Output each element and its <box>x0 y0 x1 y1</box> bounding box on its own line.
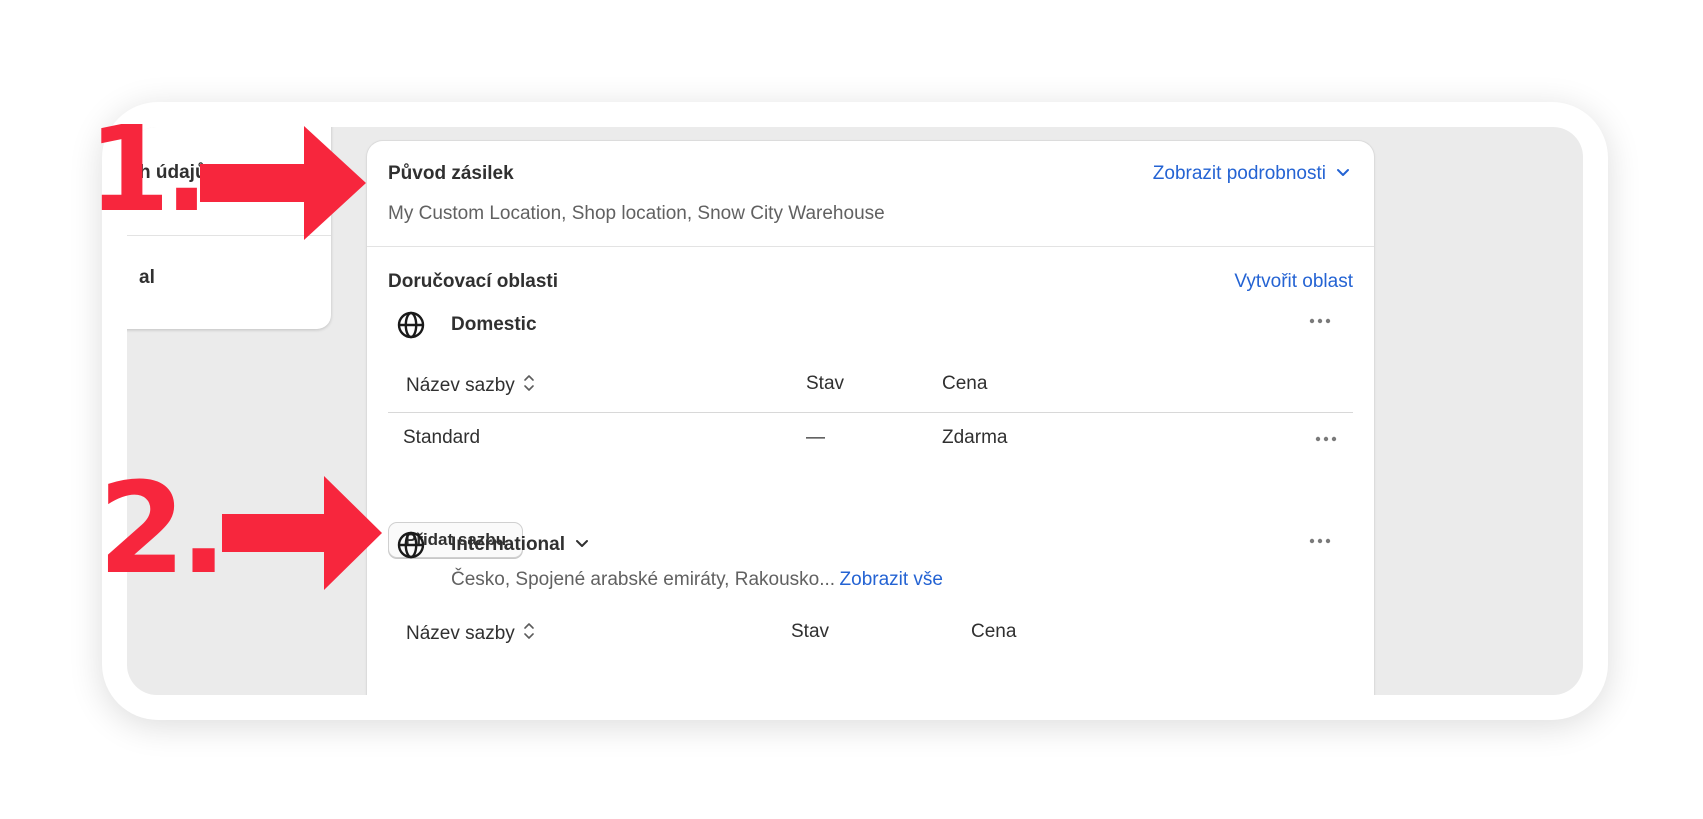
zone-name-domestic: Domestic <box>451 314 537 335</box>
column-label: Název sazby <box>406 622 515 644</box>
more-horizontal-icon[interactable] <box>1308 536 1332 546</box>
origin-title: Původ zásilek <box>388 163 514 184</box>
annotation-step-2: 2. <box>98 455 228 602</box>
rate-price: Zdarma <box>942 427 1008 448</box>
annotation-step-1: 1. <box>88 100 209 238</box>
column-header-price: Cena <box>971 621 1017 642</box>
column-header-rate-name[interactable]: Název sazby <box>406 373 535 398</box>
sort-icon <box>523 373 535 398</box>
column-header-price: Cena <box>942 373 988 394</box>
show-all-link[interactable]: Zobrazit vše <box>840 569 943 590</box>
shipping-profile-card: Původ zásilek Zobrazit podrobnosti My Cu… <box>367 141 1374 695</box>
more-horizontal-icon[interactable] <box>1308 316 1332 326</box>
chevron-down-icon <box>1336 165 1350 183</box>
arrow-right-icon <box>222 476 382 590</box>
sidebar-item-label[interactable]: al <box>139 267 155 289</box>
section-divider <box>367 246 1374 247</box>
zone-toggle-international[interactable]: International <box>451 534 589 556</box>
globe-icon <box>397 531 425 564</box>
chevron-down-icon <box>575 536 589 554</box>
table-header-divider <box>388 412 1353 413</box>
delivery-zones-title: Doručovací oblasti <box>388 271 558 292</box>
rate-name: Standard <box>403 427 481 448</box>
zone-countries: Česko, Spojené arabské emiráty, Rakousko… <box>451 569 943 591</box>
show-details-label: Zobrazit podrobnosti <box>1152 163 1326 184</box>
zone-name-international: International <box>451 534 566 555</box>
more-horizontal-icon[interactable] <box>1314 434 1338 444</box>
column-header-status: Stav <box>791 621 830 642</box>
arrow-right-icon <box>200 126 366 240</box>
column-header-rate-name[interactable]: Název sazby <box>406 621 535 646</box>
sort-icon <box>523 621 535 646</box>
rate-status: — <box>806 427 825 448</box>
show-details-link[interactable]: Zobrazit podrobnosti <box>1153 163 1350 185</box>
column-label: Název sazby <box>406 374 515 396</box>
globe-icon <box>397 311 425 344</box>
origin-locations: My Custom Location, Shop location, Snow … <box>388 203 885 224</box>
zone-countries-text: Česko, Spojené arabské emiráty, Rakousko… <box>451 569 836 590</box>
create-zone-link[interactable]: Vytvořit oblast <box>1234 271 1353 293</box>
column-header-status: Stav <box>806 373 845 394</box>
